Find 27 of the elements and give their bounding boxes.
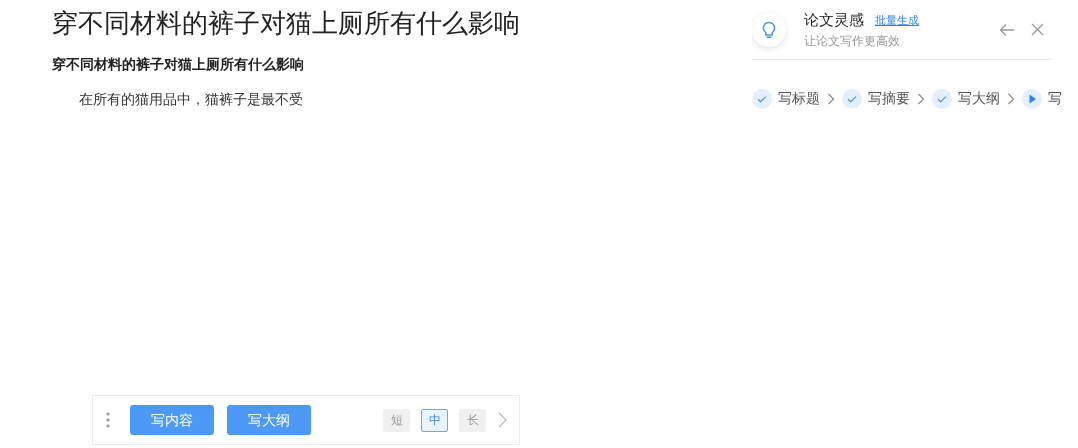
lightbulb-icon	[762, 20, 776, 39]
chevron-right-icon[interactable]	[497, 412, 507, 428]
length-option[interactable]: 长	[459, 408, 486, 432]
step-label: 写标题	[778, 89, 820, 108]
chevron-right-icon	[917, 92, 925, 105]
chevron-right-icon	[827, 92, 835, 105]
chevron-right-icon	[1007, 92, 1015, 105]
play-icon	[1022, 88, 1042, 109]
step-label: 写	[1048, 89, 1062, 108]
step-label: 写大纲	[958, 89, 1000, 108]
document-paragraph: 在所有的猫用品中，猫裤子是最不受	[79, 90, 304, 109]
document-title: 穿不同材料的裤子对猫上厕所有什么影响	[52, 7, 521, 40]
check-icon	[842, 88, 862, 109]
close-icon[interactable]	[1031, 23, 1044, 36]
drag-handle-icon[interactable]	[105, 412, 111, 428]
step-label: 写摘要	[868, 89, 910, 108]
back-arrow-icon[interactable]	[999, 22, 1015, 37]
panel-title: 论文灵感	[804, 10, 864, 31]
document-subtitle: 穿不同材料的裤子对猫上厕所有什么影响	[52, 55, 305, 74]
length-option[interactable]: 短	[383, 408, 410, 432]
panel-subtitle: 让论文写作更高效	[804, 32, 901, 50]
length-option[interactable]: 中	[421, 408, 448, 432]
action-button[interactable]: 写内容	[130, 405, 214, 435]
action-button[interactable]: 写大纲	[227, 405, 311, 435]
check-icon	[932, 88, 952, 109]
check-icon	[752, 88, 772, 109]
batch-link[interactable]: 批量生成	[875, 12, 919, 29]
